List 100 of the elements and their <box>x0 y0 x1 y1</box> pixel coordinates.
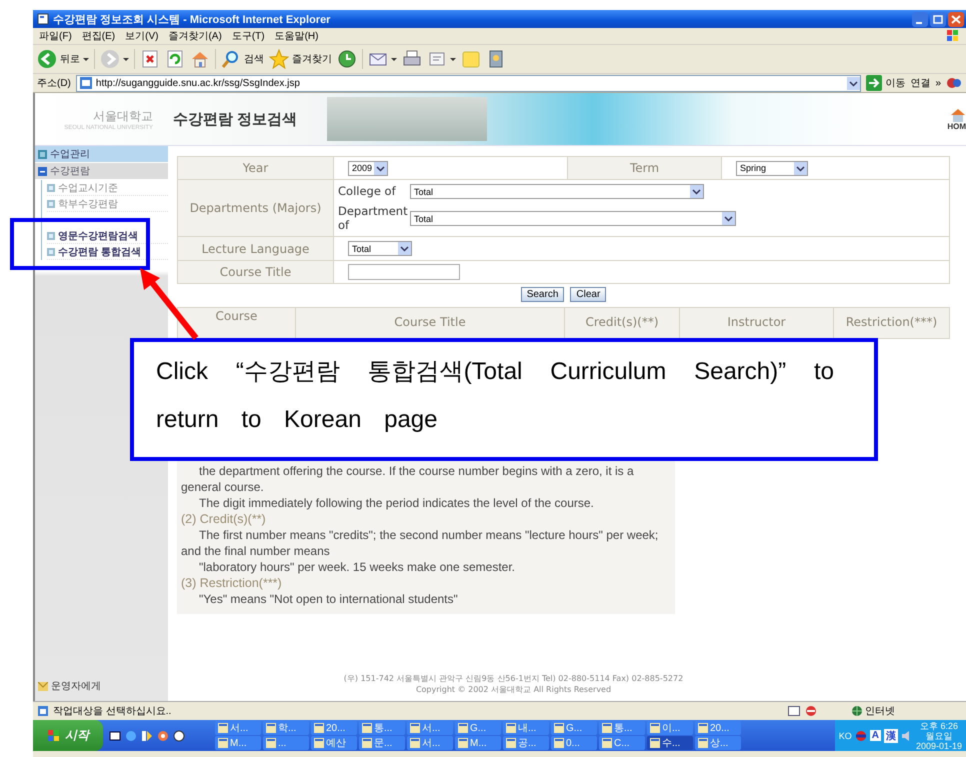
form-button[interactable]: Search <box>520 287 564 302</box>
sidebar-subitem[interactable]: 수업교시기준 <box>47 180 168 196</box>
disc-icon[interactable] <box>157 730 169 742</box>
language-select[interactable]: Total <box>348 241 412 256</box>
window-icon <box>506 723 516 733</box>
stop-button[interactable] <box>140 49 160 69</box>
taskbar-button[interactable]: 예산 <box>311 736 357 750</box>
sidebar-subitem[interactable]: 학부수강편람 <box>47 196 168 212</box>
menu-item[interactable]: 편집(E) <box>82 29 116 43</box>
clock-icon[interactable] <box>173 730 185 742</box>
input-mode-button[interactable]: A <box>870 730 881 741</box>
windows-flag-icon <box>946 29 960 43</box>
forward-icon <box>100 49 120 69</box>
taskbar-button[interactable]: 학... <box>263 721 309 735</box>
taskbar-button[interactable]: 서... <box>407 721 453 735</box>
page-icon <box>37 705 49 717</box>
links-label[interactable]: 연결 <box>910 76 930 90</box>
taskbar-button[interactable]: 통... <box>599 721 645 735</box>
note-text: "Yes" means "Not open to international students" <box>198 591 459 607</box>
course-title-input[interactable] <box>348 264 460 280</box>
back-button[interactable]: 뒤로 <box>37 49 89 69</box>
browser-icon[interactable] <box>125 730 137 742</box>
address-field[interactable]: http://sugangguide.snu.ac.kr/ssg/SsgIndex.jsp <box>76 74 862 92</box>
home-button[interactable] <box>190 49 210 69</box>
column-header: Course <box>178 308 295 338</box>
more-chevron[interactable]: » <box>935 78 941 88</box>
note-text: The digit immediately following the period indicates the level of the course. <box>198 495 595 511</box>
taskbar-button[interactable]: 문... <box>359 736 405 750</box>
history-button[interactable] <box>337 49 357 69</box>
university-name: 서울대학교 <box>93 108 153 124</box>
favorites-button[interactable]: 즐겨찾기 <box>269 49 332 69</box>
department-select[interactable]: Total <box>410 211 736 226</box>
clock-day: 월요일 <box>925 730 952 740</box>
window-icon <box>602 738 612 748</box>
taskbar-button[interactable]: 상... <box>695 736 741 750</box>
term-select[interactable]: Spring <box>736 160 808 176</box>
desktop-icon[interactable] <box>109 730 121 742</box>
taskbar-button[interactable]: C... <box>599 736 645 750</box>
arrow-right-icon <box>866 75 882 91</box>
menu-item[interactable]: 즐겨찾기(A) <box>168 29 222 43</box>
taskbar-button[interactable]: 20... <box>695 721 741 735</box>
window-icon <box>218 723 228 733</box>
year-select[interactable]: 2009 <box>348 160 388 176</box>
star-icon <box>269 49 289 69</box>
footer-text: Copyright © 2002 서울대학교 All Rights Reserved <box>416 684 612 695</box>
search-button[interactable]: 검색 <box>221 49 264 69</box>
close-icon[interactable] <box>948 12 964 26</box>
operator-link[interactable]: 운영자에게 <box>35 679 168 693</box>
maximize-icon[interactable] <box>930 12 946 26</box>
menu-item[interactable]: 보기(V) <box>125 29 158 43</box>
go-button[interactable]: 이동 <box>866 75 906 91</box>
menu-item[interactable]: 도움말(H) <box>274 29 318 43</box>
menu-item[interactable]: 파일(F) <box>39 29 72 43</box>
taskbar-button[interactable]: 서... <box>215 721 261 735</box>
taskbar-button[interactable]: G... <box>455 721 501 735</box>
sidebar-item[interactable]: 수강편람 <box>35 163 168 179</box>
taskbar-button[interactable]: M... <box>455 736 501 750</box>
taskbar-button[interactable]: 통... <box>359 721 405 735</box>
taskbar-button[interactable]: 서... <box>407 736 453 750</box>
taskbar-button[interactable]: 이... <box>647 721 693 735</box>
clock-time: 오후 6:26 <box>920 720 958 730</box>
taskbar-button[interactable]: M... <box>215 736 261 750</box>
page-icon <box>78 76 93 90</box>
taskbar-button[interactable]: 공... <box>503 736 549 750</box>
window-icon <box>410 738 420 748</box>
sidebar-subitem[interactable]: 영문수강편람검색 <box>47 228 168 244</box>
form-label: Year <box>178 157 333 179</box>
pointer-arrow <box>140 268 198 340</box>
taskbar-button[interactable]: ... <box>263 736 309 750</box>
taskbar-button[interactable]: 0... <box>551 736 597 750</box>
footer-text: (우) 151-742 서울특별시 관악구 신림9동 산56-1번지 Tel) 02-880-5114 Fax) 02-885-5272 <box>344 673 684 684</box>
college-select[interactable]: Total <box>410 184 704 200</box>
window-icon <box>458 738 468 748</box>
note-heading: (2) Credit(s)(**) <box>181 511 267 527</box>
form-label: Course Title <box>178 261 333 283</box>
home-link[interactable]: HOM <box>947 108 966 130</box>
taskbar-button[interactable]: 20... <box>311 721 357 735</box>
sidebar-item[interactable]: 수업관리 <box>35 146 168 162</box>
extension-icon[interactable] <box>946 75 962 91</box>
taskbar-button[interactable]: 수... <box>647 736 693 750</box>
window-icon <box>554 738 564 748</box>
field-label: College of <box>338 185 397 198</box>
media-icon[interactable] <box>141 730 153 742</box>
window-icon <box>650 738 660 748</box>
panel-icon <box>788 706 800 716</box>
taskbar-button[interactable]: 내... <box>503 721 549 735</box>
form-button[interactable]: Clear <box>570 287 606 302</box>
mail-icon <box>38 682 48 690</box>
window-icon <box>266 738 276 748</box>
bullet-icon <box>47 248 55 256</box>
ime-icon[interactable] <box>854 730 867 742</box>
zone-label: 인터넷 <box>865 705 895 718</box>
taskbar-button[interactable]: G... <box>551 721 597 735</box>
refresh-button[interactable] <box>165 49 185 69</box>
minimize-icon[interactable] <box>912 12 928 26</box>
menu-item[interactable]: 도구(T) <box>232 29 265 43</box>
sidebar-subitem[interactable]: 수강편람 통합검색 <box>47 244 168 260</box>
window-icon <box>698 738 708 748</box>
hanja-button[interactable]: 漢 <box>884 728 898 742</box>
blocked-icon <box>804 705 818 717</box>
